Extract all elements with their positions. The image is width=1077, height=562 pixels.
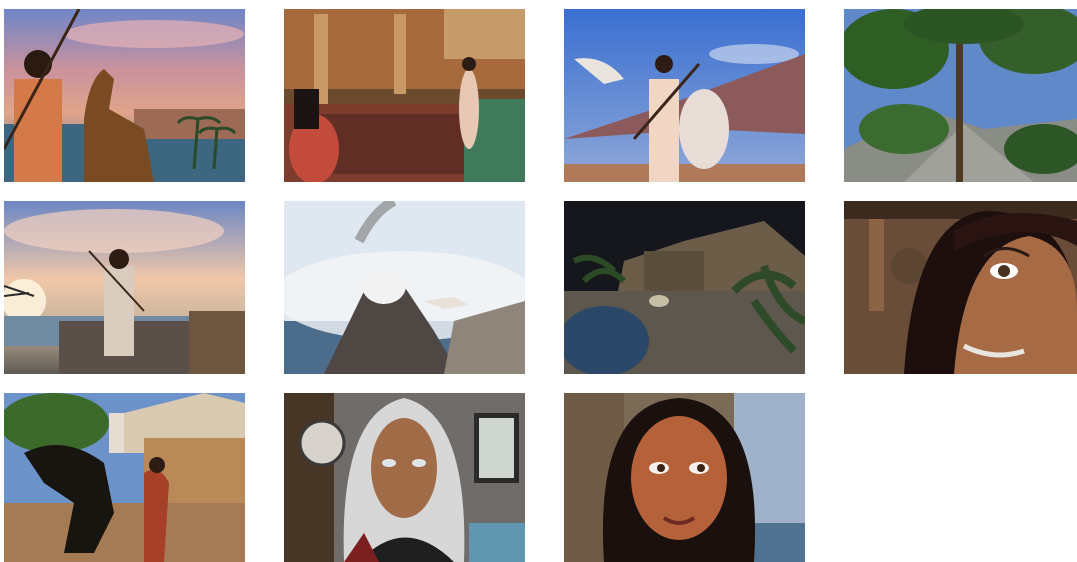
desert-rider-camel-sunset-image (4, 9, 245, 182)
horse-rider-and-dancer-image (4, 393, 245, 562)
image-gallery (0, 0, 1077, 562)
thumbnail-6[interactable] (284, 201, 525, 374)
night-oasis-village-image (564, 201, 805, 374)
thumbnail-5[interactable] (4, 201, 245, 374)
thumbnail-10[interactable] (284, 393, 525, 562)
spear-warrior-sunrise-image (4, 201, 245, 374)
thumbnail-8[interactable] (844, 201, 1077, 374)
silver-hair-woman-portrait-image (284, 393, 525, 562)
smiling-woman-portrait-image (564, 393, 805, 562)
interior-rug-gathering-image (284, 9, 525, 182)
pine-tree-mountain-image (844, 9, 1077, 182)
thumbnail-2[interactable] (284, 9, 525, 182)
thumbnail-7[interactable] (564, 201, 805, 374)
thumbnail-1[interactable] (4, 9, 245, 182)
thumbnail-3[interactable] (564, 9, 805, 182)
winged-creature-sky-image (564, 9, 805, 182)
thumbnail-11[interactable] (564, 393, 805, 562)
thumbnail-9[interactable] (4, 393, 245, 562)
thumbnail-4[interactable] (844, 9, 1077, 182)
volcano-mist-image (284, 201, 525, 374)
dark-hair-woman-closeup-image (844, 201, 1077, 374)
